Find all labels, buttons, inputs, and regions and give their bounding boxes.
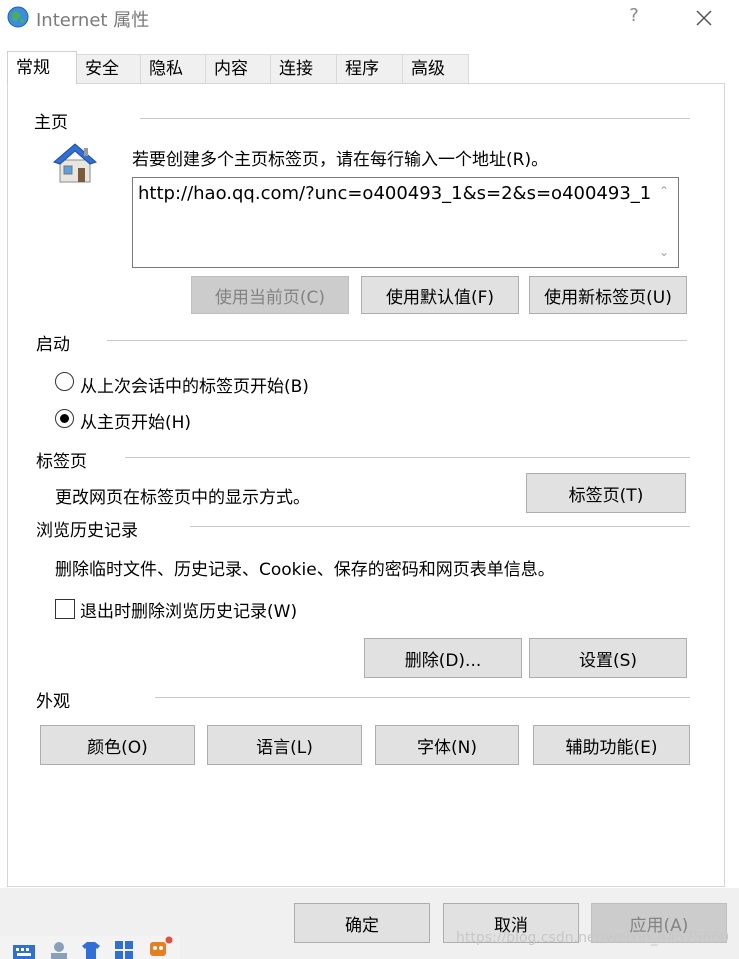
tabs-settings-button[interactable]: 标签页(T) bbox=[526, 473, 686, 513]
appearance-divider bbox=[155, 697, 690, 698]
home-section-title: 主页 bbox=[34, 113, 68, 133]
history-settings-button[interactable]: 设置(S) bbox=[529, 638, 687, 678]
home-house-icon bbox=[50, 140, 100, 186]
shirt-icon[interactable] bbox=[80, 940, 102, 959]
tab-security[interactable]: 安全 bbox=[76, 54, 141, 83]
tabs-section-title: 标签页 bbox=[36, 452, 87, 472]
internet-globe-icon bbox=[6, 5, 30, 29]
tabs-description: 更改网页在标签页中的显示方式。 bbox=[55, 488, 310, 508]
ok-button[interactable]: 确定 bbox=[294, 903, 430, 943]
accessibility-button[interactable]: 辅助功能(E) bbox=[533, 725, 690, 765]
radio-home-page[interactable] bbox=[55, 409, 74, 428]
radio-home-page-label[interactable]: 从主页开始(H) bbox=[80, 408, 191, 433]
window-title: Internet 属性 bbox=[36, 10, 150, 31]
delete-on-exit-label[interactable]: 退出时删除浏览历史记录(W) bbox=[80, 597, 297, 622]
startup-divider bbox=[107, 340, 687, 341]
watermark-text: https://blog.csdn.net/weixin_44575660 bbox=[456, 930, 730, 946]
home-instruction: 若要创建多个主页标签页，请在每行输入一个地址(R)。 bbox=[132, 150, 549, 170]
radio-last-session-label[interactable]: 从上次会话中的标签页开始(B) bbox=[80, 372, 309, 397]
grid-apps-icon[interactable] bbox=[113, 940, 135, 959]
keyboard-icon[interactable] bbox=[12, 940, 35, 959]
use-current-button[interactable]: 使用当前页(C) bbox=[191, 276, 349, 314]
delete-on-exit-checkbox[interactable] bbox=[55, 599, 75, 619]
homepage-url-text[interactable]: http://hao.qq.com/?unc=o400493_1&s=2&s=o… bbox=[138, 183, 651, 204]
home-divider bbox=[140, 118, 690, 119]
tab-connections[interactable]: 连接 bbox=[270, 54, 337, 83]
user-icon[interactable] bbox=[48, 940, 70, 959]
fonts-button[interactable]: 字体(N) bbox=[375, 725, 519, 765]
colors-button[interactable]: 颜色(O) bbox=[40, 725, 195, 765]
scroll-up-icon[interactable]: ⌃ bbox=[656, 184, 672, 200]
tab-advanced[interactable]: 高级 bbox=[402, 54, 469, 83]
history-section-title: 浏览历史记录 bbox=[36, 521, 138, 541]
appearance-section-title: 外观 bbox=[36, 692, 70, 712]
use-default-button[interactable]: 使用默认值(F) bbox=[361, 276, 519, 314]
close-icon[interactable] bbox=[690, 4, 718, 32]
tabs-divider bbox=[125, 457, 690, 458]
tab-content[interactable]: 内容 bbox=[205, 54, 271, 83]
radio-last-session[interactable] bbox=[55, 372, 74, 391]
help-button[interactable]: ? bbox=[624, 5, 644, 29]
scroll-down-icon[interactable]: ⌄ bbox=[656, 245, 672, 261]
assistant-robot-icon[interactable] bbox=[146, 936, 174, 959]
tab-privacy[interactable]: 隐私 bbox=[140, 54, 206, 83]
history-description: 删除临时文件、历史记录、Cookie、保存的密码和网页表单信息。 bbox=[55, 560, 555, 580]
history-divider bbox=[190, 526, 690, 527]
delete-history-button[interactable]: 删除(D)... bbox=[364, 638, 522, 678]
tab-programs[interactable]: 程序 bbox=[336, 54, 403, 83]
use-new-tab-button[interactable]: 使用新标签页(U) bbox=[529, 276, 687, 314]
startup-section-title: 启动 bbox=[36, 335, 70, 355]
languages-button[interactable]: 语言(L) bbox=[207, 725, 362, 765]
tab-general[interactable]: 常规 bbox=[7, 51, 77, 84]
